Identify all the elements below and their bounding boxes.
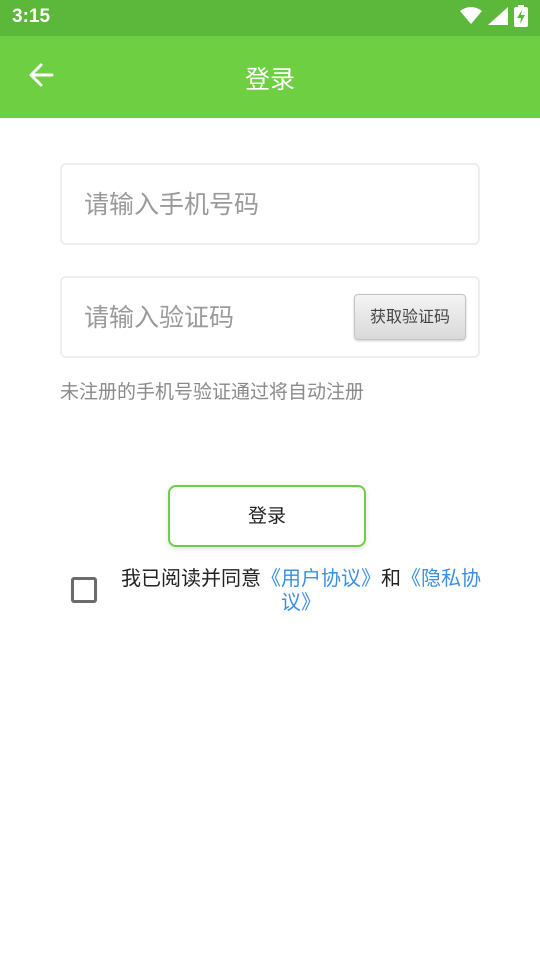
wifi-icon bbox=[460, 7, 482, 29]
page-title: 登录 bbox=[244, 65, 295, 94]
phone-field bbox=[60, 163, 480, 245]
phone-input[interactable] bbox=[84, 165, 344, 243]
code-field: 获取验证码 bbox=[60, 276, 480, 358]
signal-icon bbox=[488, 7, 508, 29]
agreement-text: 我已阅读并同意《用户协议》和《隐私协议》 bbox=[116, 566, 486, 614]
auto-register-hint: 未注册的手机号验证通过将自动注册 bbox=[60, 381, 365, 403]
agreement-prefix: 我已阅读并同意 bbox=[121, 566, 261, 590]
status-icons bbox=[460, 5, 528, 31]
agreement-and: 和 bbox=[381, 566, 401, 590]
verification-code-input[interactable] bbox=[84, 278, 344, 356]
status-bar: 3:15 bbox=[0, 0, 540, 36]
status-time: 3:15 bbox=[12, 6, 51, 27]
user-agreement-link[interactable]: 《用户协议》 bbox=[261, 566, 381, 590]
agreement-checkbox[interactable] bbox=[71, 577, 97, 603]
toolbar: 登录 bbox=[0, 36, 540, 118]
get-code-button[interactable]: 获取验证码 bbox=[354, 294, 466, 340]
battery-charging-icon bbox=[514, 5, 528, 31]
login-button[interactable]: 登录 bbox=[168, 485, 366, 547]
